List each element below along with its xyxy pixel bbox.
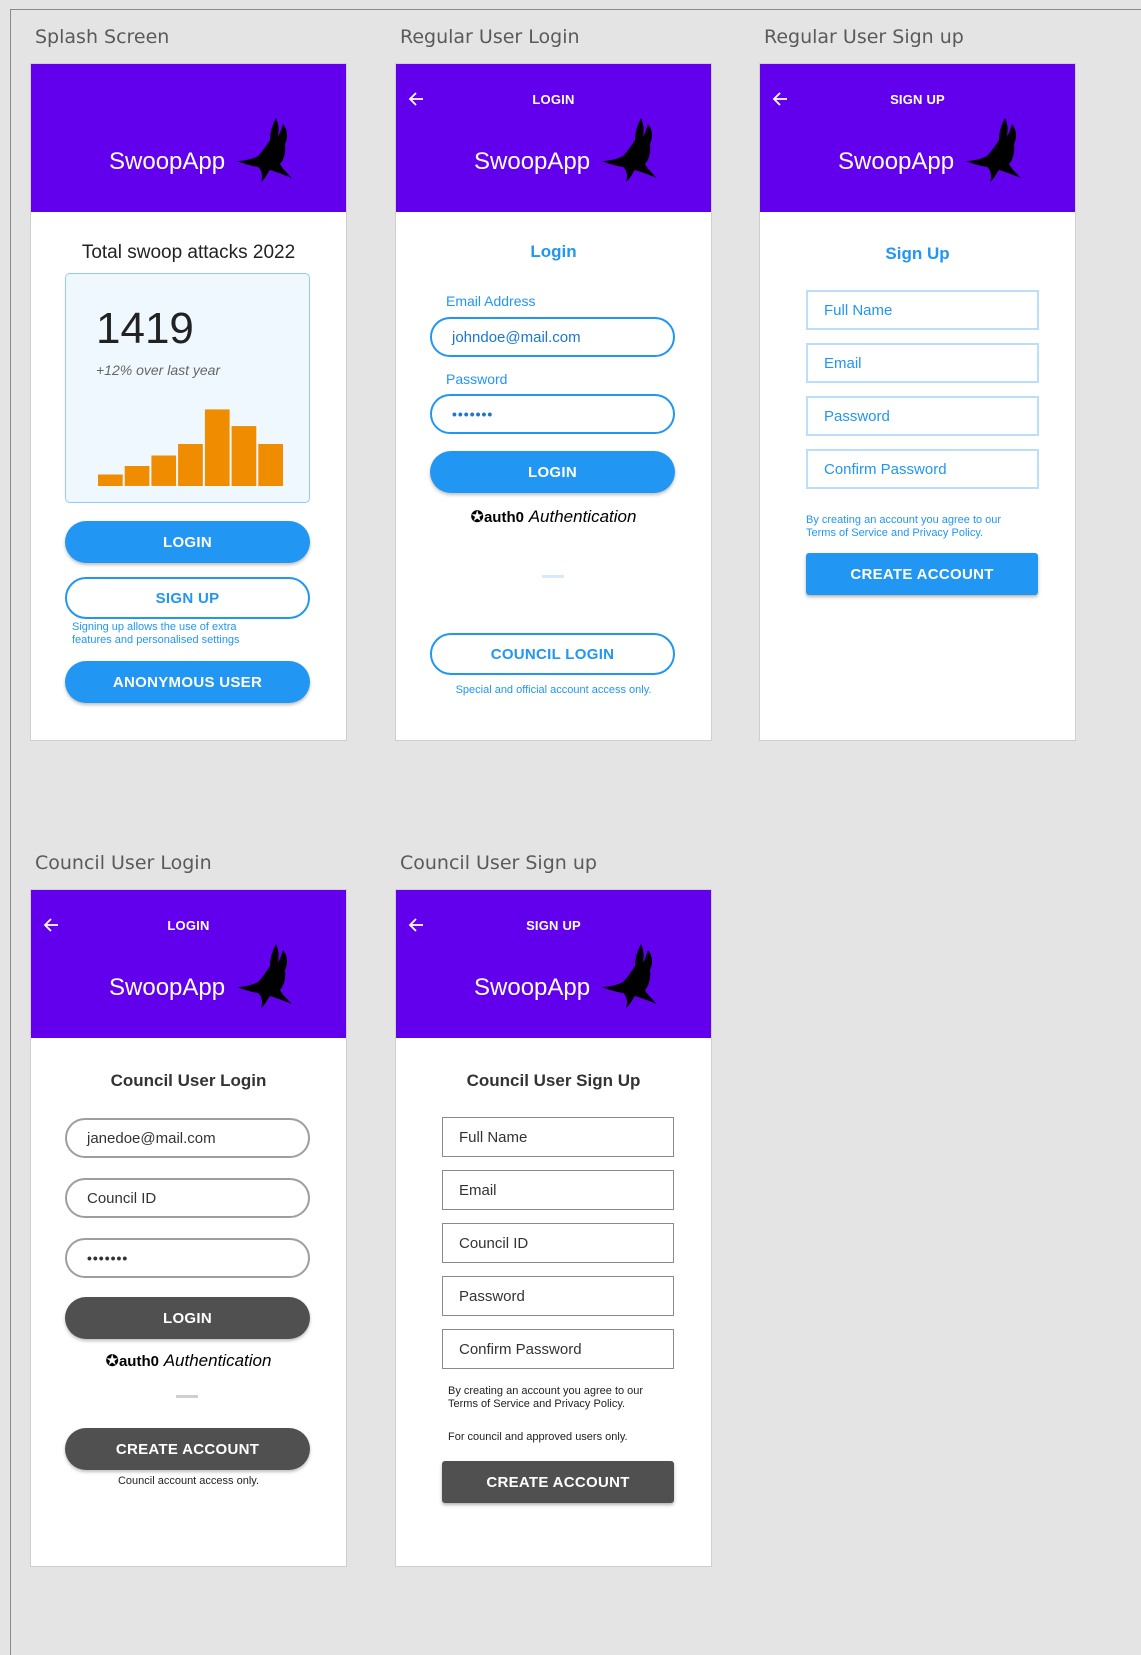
app-name: SwoopApp [474,974,591,1001]
council-note: Special and official account access only… [455,684,652,696]
password-label: Password [446,371,508,387]
create-account-button[interactable]: CREATE ACCOUNT [65,1428,310,1470]
regular-login-screen: LOGIN SwoopApp Login Email Address johnd… [396,64,711,740]
council-login-screen: LOGIN SwoopApp Council User Login janedo… [31,890,346,1566]
app-header: SIGN UP SwoopApp [396,890,711,1038]
council-access-note: Council account access only. [117,1475,260,1487]
chart-bar-2 [124,466,150,486]
app-name: SwoopApp [109,974,226,1001]
chart-bar-1 [98,474,123,486]
divider [542,575,564,578]
app-header: SwoopApp [31,64,346,212]
chart-bar-3 [151,455,177,486]
council-signup-heading: Council User Sign Up [466,1071,641,1090]
bird-logo-icon [236,942,298,1012]
full-name-field[interactable]: Full Name [806,290,1039,330]
terms-line-2: Terms of Service and Privacy Policy. [448,1398,626,1410]
council-login-heading: Council User Login [110,1071,267,1090]
artboard-label-council-signup: Council User Sign up [400,852,597,874]
email-input[interactable]: janedoe@mail.com [65,1118,310,1158]
artboard-label-regular-login: Regular User Login [400,26,580,48]
anonymous-user-button[interactable]: ANONYMOUS USER [65,661,310,703]
password-field[interactable]: Password [806,396,1039,436]
email-field[interactable]: Email [806,343,1039,383]
password-field[interactable]: Password [442,1276,674,1316]
chart-bar-4 [178,444,203,486]
auth0-star-icon: ✪ [105,1353,119,1370]
auth0-mark: auth0 [118,1353,159,1370]
artboard-label-council-login: Council User Login [35,852,212,874]
signup-button[interactable]: SIGN UP [65,577,310,619]
council-signup-screen: SIGN UP SwoopApp Council User Sign Up Fu… [396,890,711,1566]
bird-logo-icon [965,116,1027,186]
email-input[interactable]: johndoe@mail.com [430,317,675,357]
header-title: SIGN UP [890,92,945,107]
auth0-text: Authentication [528,507,637,526]
auth0-text: Authentication [163,1351,272,1370]
auth0-badge: ✪auth0 Authentication [31,1351,346,1371]
app-name: SwoopApp [109,148,226,175]
council-login-button[interactable]: COUNCIL LOGIN [430,633,675,675]
signup-note: Signing up allows the use of extra featu… [72,621,240,647]
app-name: SwoopApp [838,148,955,175]
bird-logo-icon [601,116,663,186]
create-account-button[interactable]: CREATE ACCOUNT [806,553,1038,595]
stat-value: 1419 [96,304,194,353]
stat-card: 1419 +12% over last year [65,273,310,503]
login-button[interactable]: LOGIN [430,451,675,493]
full-name-field[interactable]: Full Name [442,1117,674,1157]
email-field[interactable]: Email [442,1170,674,1210]
stat-title: Total swoop attacks 2022 [81,242,296,263]
terms-line-1: By creating an account you agree to our [448,1385,644,1397]
password-input[interactable]: ••••••• [65,1238,310,1278]
splash-screen: SwoopApp Total swoop attacks 2022 1419 +… [31,64,346,740]
login-button[interactable]: LOGIN [65,521,310,563]
login-heading: Login [530,242,577,261]
auth0-mark: auth0 [483,509,524,526]
divider [176,1395,198,1398]
terms-note: By creating an account you agree to our … [806,514,1001,540]
terms-note: By creating an account you agree to our … [448,1385,643,1411]
approved-users-note: For council and approved users only. [448,1431,628,1443]
create-account-button[interactable]: CREATE ACCOUNT [442,1461,674,1503]
app-header: LOGIN SwoopApp [396,64,711,212]
stat-change: +12% over last year [96,362,221,378]
confirm-password-field[interactable]: Confirm Password [806,449,1039,489]
email-label: Email Address [446,293,536,309]
stat-bar-chart [98,409,283,486]
header-title: LOGIN [167,918,210,933]
confirm-password-field[interactable]: Confirm Password [442,1329,674,1369]
app-header: SIGN UP SwoopApp [760,64,1075,212]
signup-heading: Sign Up [885,244,950,263]
bird-logo-icon [236,116,298,186]
chart-bar-6 [231,426,257,486]
login-button[interactable]: LOGIN [65,1297,310,1339]
terms-line-1: By creating an account you agree to our [806,514,1002,526]
regular-signup-screen: SIGN UP SwoopApp Sign Up Full Name Email… [760,64,1075,740]
header-title: SIGN UP [526,918,581,933]
chart-bar-5 [204,409,230,486]
auth0-badge: ✪auth0 Authentication [396,507,711,527]
council-id-input[interactable]: Council ID [65,1178,310,1218]
chart-bar-7 [258,444,283,486]
artboard-label-regular-signup: Regular User Sign up [764,26,964,48]
signup-note-line-1: Signing up allows the use of extra [72,621,237,633]
app-header: LOGIN SwoopApp [31,890,346,1038]
header-title: LOGIN [532,92,575,107]
artboard-label-splash: Splash Screen [35,26,170,48]
app-name: SwoopApp [474,148,591,175]
signup-note-line-2: features and personalised settings [72,634,240,646]
terms-line-2: Terms of Service and Privacy Policy. [806,527,984,539]
auth0-star-icon: ✪ [470,509,484,526]
password-input[interactable]: ••••••• [430,394,675,434]
bird-logo-icon [601,942,663,1012]
council-id-field[interactable]: Council ID [442,1223,674,1263]
